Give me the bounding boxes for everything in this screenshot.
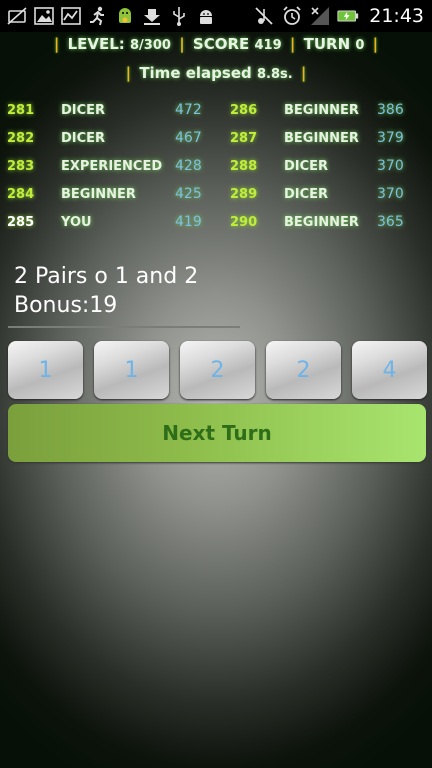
rank: 284 bbox=[7, 186, 35, 202]
player-name: DICER bbox=[61, 130, 106, 146]
separator: | bbox=[53, 35, 60, 53]
leaderboard-row: 286 BEGINNER 386 bbox=[230, 96, 430, 124]
level-value: 8/300 bbox=[130, 38, 171, 53]
mute-icon bbox=[253, 5, 275, 27]
time-elapsed-header: | Time elapsed 8.8s. | bbox=[0, 64, 432, 82]
battery-charging-icon bbox=[337, 5, 359, 27]
turn-label: TURN bbox=[303, 35, 351, 53]
player-name: DICER bbox=[61, 102, 106, 118]
rank: 287 bbox=[230, 130, 258, 146]
player-score: 386 bbox=[377, 102, 404, 118]
player-name: BEGINNER bbox=[61, 186, 136, 202]
rank: 285 bbox=[7, 214, 35, 230]
player-name: DICER bbox=[284, 186, 329, 202]
score-label: SCORE bbox=[192, 35, 250, 53]
separator: | bbox=[125, 64, 132, 82]
level-label: LEVEL: bbox=[67, 35, 125, 53]
separator: | bbox=[179, 35, 185, 53]
combo-bonus: Bonus:19 bbox=[14, 293, 118, 318]
leaderboard-row: 290 BEGINNER 365 bbox=[230, 208, 430, 236]
next-turn-button[interactable]: Next Turn bbox=[8, 404, 426, 462]
player-name: DICER bbox=[284, 158, 329, 174]
leaderboard-row: 289 DICER 370 bbox=[230, 180, 430, 208]
player-name: BEGINNER bbox=[284, 130, 359, 146]
time-value: 8.8s. bbox=[256, 67, 293, 82]
image-icon bbox=[33, 5, 55, 27]
usb-icon bbox=[168, 5, 190, 27]
leaderboard-row: 284 BEGINNER 425 bbox=[7, 180, 207, 208]
leaderboard-row: 283 EXPERIENCED 428 bbox=[7, 152, 207, 180]
leaderboard-row: 281 DICER 472 bbox=[7, 96, 207, 124]
combo-result: 2 Pairs o 1 and 2 Bonus:19 bbox=[14, 262, 198, 320]
rank: 286 bbox=[230, 102, 258, 118]
android-debug-icon bbox=[195, 5, 217, 27]
die-1[interactable]: 1 bbox=[8, 341, 83, 399]
rank: 282 bbox=[7, 130, 35, 146]
rank: 289 bbox=[230, 186, 258, 202]
player-score: 472 bbox=[175, 102, 202, 118]
die-4[interactable]: 2 bbox=[266, 341, 341, 399]
combo-underline bbox=[8, 326, 240, 328]
status-time: 21:43 bbox=[369, 5, 424, 27]
download-icon bbox=[141, 5, 163, 27]
rank: 290 bbox=[230, 214, 258, 230]
player-score: 365 bbox=[377, 214, 404, 230]
player-score: 425 bbox=[175, 186, 202, 202]
die-5[interactable]: 4 bbox=[352, 341, 427, 399]
rank: 288 bbox=[230, 158, 258, 174]
activity-icon bbox=[60, 5, 82, 27]
player-score: 428 bbox=[175, 158, 202, 174]
rank: 283 bbox=[7, 158, 35, 174]
player-score: 419 bbox=[175, 214, 202, 230]
status-bar: 21:43 bbox=[0, 0, 432, 32]
no-signal-icon bbox=[309, 5, 331, 27]
leaderboard-row: 288 DICER 370 bbox=[230, 152, 430, 180]
leaderboard-row-you: 285 YOU 419 bbox=[7, 208, 207, 236]
player-name: BEGINNER bbox=[284, 214, 359, 230]
die-3[interactable]: 2 bbox=[180, 341, 255, 399]
level-score-turn-header: | LEVEL: 8/300 | SCORE 419 | TURN 0 | bbox=[0, 35, 432, 53]
player-name: EXPERIENCED bbox=[61, 158, 163, 174]
alarm-icon bbox=[281, 5, 303, 27]
player-score: 370 bbox=[377, 186, 404, 202]
die-2[interactable]: 1 bbox=[94, 341, 169, 399]
player-name: YOU bbox=[61, 214, 92, 230]
turn-value: 0 bbox=[355, 38, 365, 53]
dice-row: 1 1 2 2 4 bbox=[8, 341, 427, 399]
score-value: 419 bbox=[254, 38, 282, 53]
separator: | bbox=[289, 35, 296, 53]
player-name: BEGINNER bbox=[284, 102, 359, 118]
leaderboard-row: 282 DICER 467 bbox=[7, 124, 207, 152]
player-score: 370 bbox=[377, 158, 404, 174]
separator: | bbox=[372, 35, 379, 53]
player-score: 467 bbox=[175, 130, 202, 146]
runner-icon bbox=[87, 5, 109, 27]
player-score: 379 bbox=[377, 130, 404, 146]
rank: 281 bbox=[7, 102, 35, 118]
no-sim-icon bbox=[6, 5, 28, 27]
android-icon bbox=[114, 5, 136, 27]
leaderboard-row: 287 BEGINNER 379 bbox=[230, 124, 430, 152]
separator: | bbox=[300, 64, 307, 82]
time-label: Time elapsed bbox=[139, 64, 252, 82]
combo-description: 2 Pairs o 1 and 2 bbox=[14, 264, 199, 289]
